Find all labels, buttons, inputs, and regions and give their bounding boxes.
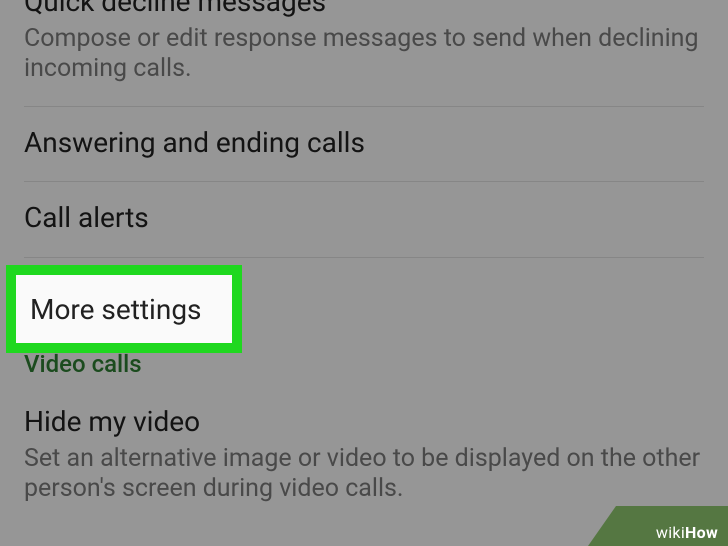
highlight-callout-more-settings: More settings xyxy=(6,265,242,353)
item-title: Hide my video xyxy=(24,406,704,438)
item-hide-my-video[interactable]: Hide my video Set an alternative image o… xyxy=(0,386,728,504)
item-quick-decline-messages[interactable]: Quick decline messages Compose or edit r… xyxy=(0,0,728,106)
item-answering-ending-calls[interactable]: Answering and ending calls xyxy=(0,107,728,181)
item-subtitle: Set an alternative image or video to be … xyxy=(24,444,704,504)
callout-label: More settings xyxy=(30,293,202,326)
item-title: Answering and ending calls xyxy=(24,127,704,159)
wikihow-watermark-text: wikiHow xyxy=(656,523,718,542)
item-call-alerts[interactable]: Call alerts xyxy=(0,182,728,256)
item-title: Quick decline messages xyxy=(24,0,704,18)
item-subtitle: Compose or edit response messages to sen… xyxy=(24,24,704,84)
item-title: Call alerts xyxy=(24,202,704,234)
settings-list: Quick decline messages Compose or edit r… xyxy=(0,0,728,504)
